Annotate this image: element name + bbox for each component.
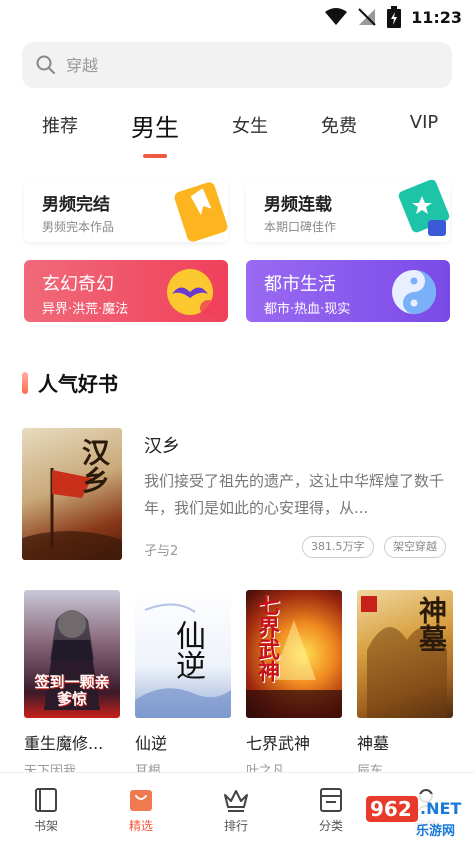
book-cover: 签到一颗亲爹惊 bbox=[24, 590, 120, 718]
book-cover: 仙逆 bbox=[135, 590, 231, 718]
book-title: 重生魔修... bbox=[24, 734, 104, 753]
category-tabs: 推荐 男生 女生 免费 VIP bbox=[0, 112, 474, 160]
active-tab-indicator bbox=[143, 154, 167, 158]
status-bar: 11:23 bbox=[0, 0, 474, 34]
book-cover: 七界武神 bbox=[246, 590, 342, 718]
watermark-suffix: .NET bbox=[420, 799, 462, 818]
tab-male[interactable]: 男生 bbox=[131, 108, 179, 143]
star-badge-icon bbox=[398, 180, 450, 236]
book-author: 叶之凡 bbox=[246, 764, 286, 772]
tab-recommend[interactable]: 推荐 bbox=[42, 112, 78, 138]
category-subtitle: 本期口碑佳作 bbox=[264, 220, 337, 234]
grid-book[interactable]: 神墓 神墓 辰东 bbox=[357, 590, 453, 772]
search-bar[interactable] bbox=[22, 42, 452, 88]
cover-title-text: 仙逆 bbox=[170, 620, 205, 680]
category-icon bbox=[320, 788, 342, 812]
tab-free[interactable]: 免费 bbox=[321, 112, 357, 138]
category-title: 玄幻奇幻 bbox=[42, 274, 114, 295]
nav-label: 分类 bbox=[318, 819, 343, 833]
category-card-male-finished[interactable]: 男频完结 男频完本作品 bbox=[24, 180, 228, 242]
cover-title-text: 汉乡 bbox=[78, 438, 111, 494]
nav-label: 书架 bbox=[33, 819, 58, 833]
category-subtitle: 男频完本作品 bbox=[42, 220, 115, 234]
crown-icon bbox=[224, 790, 248, 812]
category-title: 都市生活 bbox=[264, 274, 336, 295]
search-icon bbox=[36, 55, 55, 74]
nav-bookshelf[interactable]: 书架 bbox=[16, 787, 76, 834]
nav-featured[interactable]: 精选 bbox=[111, 787, 171, 834]
grid-book[interactable]: 仙逆 仙逆 耳根 bbox=[135, 590, 231, 772]
book-title: 七界武神 bbox=[246, 734, 311, 753]
watermark-number: 962 bbox=[370, 797, 412, 821]
cover-title-text: 神墓 bbox=[415, 596, 448, 652]
no-signal-icon bbox=[358, 8, 376, 26]
bookshelf-icon bbox=[35, 788, 57, 812]
tab-vip[interactable]: VIP bbox=[410, 112, 438, 133]
section-accent-bar bbox=[22, 371, 28, 394]
book-author: 天下因我 bbox=[24, 764, 77, 772]
nav-label: 精选 bbox=[128, 819, 153, 833]
category-card-xuanhuan[interactable]: 玄幻奇幻 异界·洪荒·魔法 bbox=[24, 260, 228, 322]
yin-yang-icon bbox=[392, 270, 436, 314]
battery-charging-icon bbox=[387, 6, 402, 28]
cover-title-text: 签到一颗亲爹惊 bbox=[34, 673, 110, 708]
category-card-male-serial[interactable]: 男频连载 本期口碑佳作 bbox=[246, 180, 450, 242]
book-description: 我们接受了祖先的遗产，这让中华辉煌了数千年，我们是如此的心安理得，从... bbox=[144, 472, 445, 517]
featured-bag-icon bbox=[130, 790, 152, 811]
grid-book[interactable]: 七界武神 七界武神 叶之凡 bbox=[246, 590, 342, 772]
section-header: 人气好书 bbox=[22, 368, 118, 397]
book-title: 仙逆 bbox=[135, 734, 168, 753]
book-author: 辰东 bbox=[357, 764, 384, 772]
tab-female[interactable]: 女生 bbox=[232, 112, 268, 138]
word-count-tag: 381.5万字 bbox=[302, 536, 374, 558]
book-title: 神墓 bbox=[357, 734, 390, 753]
book-author: 耳根 bbox=[135, 764, 162, 772]
book-cover: 神墓 bbox=[357, 590, 453, 718]
nav-category[interactable]: 分类 bbox=[301, 787, 361, 834]
watermark-sub: 乐游网 bbox=[416, 824, 456, 839]
search-input[interactable] bbox=[66, 55, 426, 75]
featured-book[interactable]: 汉乡 汉乡 我们接受了祖先的遗产，这让中华辉煌了数千年，我们是如此的心安理得，从… bbox=[22, 428, 452, 560]
wifi-icon bbox=[325, 8, 348, 25]
section-title: 人气好书 bbox=[38, 372, 118, 396]
nav-label: 排行 bbox=[223, 819, 248, 833]
genre-tag: 架空穿越 bbox=[384, 536, 446, 558]
category-title: 男频完结 bbox=[42, 195, 110, 215]
book-author: 孑与2 bbox=[144, 544, 179, 559]
status-time: 11:23 bbox=[411, 7, 462, 27]
category-subtitle: 异界·洪荒·魔法 bbox=[42, 302, 129, 317]
nav-ranking[interactable]: 排行 bbox=[206, 787, 266, 834]
grid-book[interactable]: 签到一颗亲爹惊 重生魔修... 天下因我 bbox=[24, 590, 120, 772]
book-title: 汉乡 bbox=[144, 436, 180, 457]
bookmark-book-icon bbox=[174, 182, 228, 242]
category-title: 男频连载 bbox=[264, 195, 332, 215]
watermark-logo: 962 .NET 乐游网 bbox=[364, 794, 468, 839]
category-card-dushi[interactable]: 都市生活 都市·热血·现实 bbox=[246, 260, 450, 322]
book-cover: 汉乡 bbox=[22, 428, 122, 560]
category-subtitle: 都市·热血·现实 bbox=[264, 302, 351, 317]
mustache-icon bbox=[167, 269, 216, 316]
cover-title-text: 七界武神 bbox=[254, 594, 279, 682]
